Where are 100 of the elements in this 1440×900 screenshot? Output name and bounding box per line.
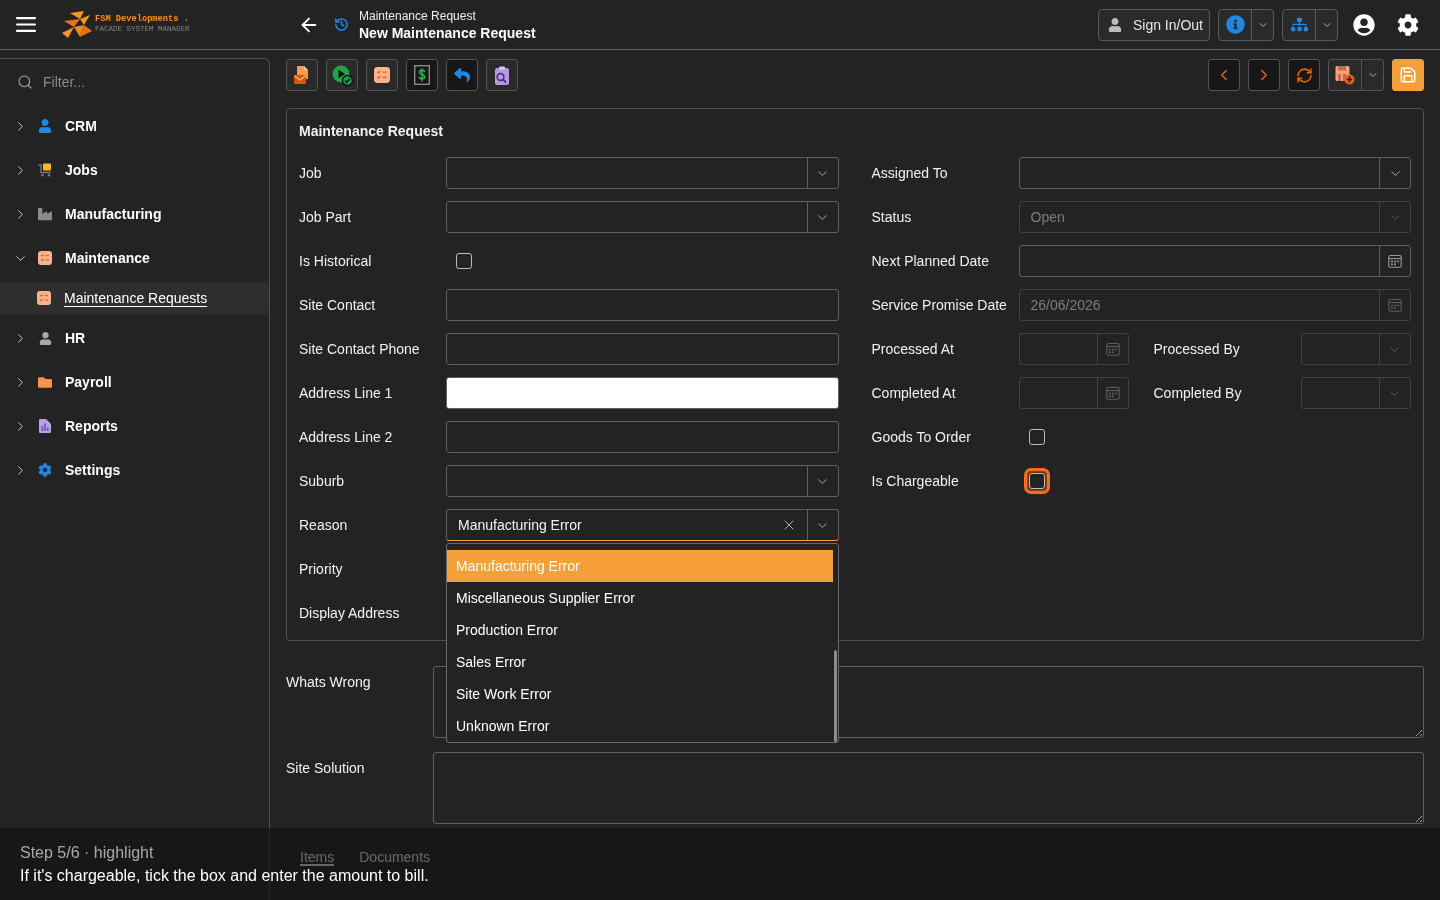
- dropdown-field[interactable]: [446, 157, 839, 189]
- checklist-button[interactable]: [366, 59, 398, 91]
- dropdown-option[interactable]: Miscellaneous Supplier Error: [447, 582, 833, 614]
- search-clipboard-button[interactable]: [486, 59, 518, 91]
- field-label: Goods To Order: [871, 429, 972, 445]
- field-label: Is Chargeable: [871, 473, 960, 489]
- sidebar-item[interactable]: Manufacturing: [0, 192, 269, 236]
- start-button[interactable]: [326, 59, 358, 91]
- field-label: Processed At: [871, 341, 955, 357]
- field-label: Next Planned Date: [871, 253, 991, 269]
- tour-step-label: Step 5/6 · highlight: [20, 843, 154, 863]
- user-icon[interactable]: [1353, 13, 1375, 36]
- dropdown-option[interactable]: Production Error: [447, 614, 833, 646]
- next-button[interactable]: [1248, 59, 1280, 91]
- filter-field[interactable]: Filter...: [43, 69, 243, 94]
- checkbox[interactable]: [1028, 429, 1045, 445]
- reply-button[interactable]: [446, 59, 478, 91]
- text-area[interactable]: [433, 752, 1424, 824]
- dropdown-field[interactable]: [1018, 157, 1411, 189]
- field-label: Processed By: [1153, 341, 1241, 357]
- scrollbar[interactable]: [833, 650, 837, 742]
- dollar-icon: [414, 65, 430, 85]
- field-label: Site Solution: [286, 759, 366, 778]
- person-icon: [38, 119, 52, 133]
- text-field[interactable]: [446, 421, 839, 453]
- field-label: Completed By: [1153, 385, 1243, 401]
- report-icon: [39, 419, 51, 433]
- save-button[interactable]: [1392, 59, 1424, 91]
- dropdown-field[interactable]: Manufacturing Error: [446, 509, 839, 541]
- field-label: Address Line 1: [299, 385, 394, 401]
- person-icon: [1107, 17, 1122, 32]
- play-check-icon: [331, 64, 353, 86]
- settings-icon[interactable]: [1397, 13, 1419, 36]
- history-icon: [334, 17, 349, 32]
- dropdown-option[interactable]: Unknown Error: [447, 710, 833, 742]
- field-label: Is Historical: [299, 253, 373, 269]
- previous-button[interactable]: [1208, 59, 1240, 91]
- dropdown-option[interactable]: Sales Error: [447, 646, 833, 678]
- refresh-icon: [1295, 66, 1313, 84]
- menu-icon[interactable]: [16, 17, 36, 32]
- field-label: Whats Wrong: [286, 673, 372, 692]
- text-field[interactable]: [446, 333, 839, 365]
- field-label: Site Contact Phone: [299, 341, 421, 357]
- calendar-icon: [1388, 298, 1402, 312]
- person-icon: [38, 331, 52, 345]
- field-label: Service Promise Date: [871, 297, 1008, 313]
- field-label: Reason: [299, 517, 349, 533]
- info-icon: [1225, 15, 1245, 34]
- dropdown-field[interactable]: [446, 465, 839, 497]
- folder-icon: [38, 374, 52, 390]
- field-label: Status: [871, 209, 913, 225]
- cart-icon: [38, 163, 52, 177]
- sidebar-item[interactable]: Reports: [0, 404, 269, 448]
- logo-text: FSM Developments .: [95, 14, 190, 24]
- invoice-button[interactable]: [406, 59, 438, 91]
- logo-icon: [62, 10, 92, 39]
- checklist-icon: [374, 67, 390, 83]
- checklist-icon: [38, 251, 52, 265]
- sidebar-item[interactable]: Settings: [0, 448, 269, 492]
- checkbox[interactable]: [1028, 473, 1045, 489]
- field-label: Job Part: [299, 209, 353, 225]
- refresh-button[interactable]: [1288, 59, 1320, 91]
- panel-title: Maintenance Request: [299, 122, 444, 141]
- sidebar-item[interactable]: Jobs: [0, 148, 269, 192]
- tour-message: If it's chargeable, tick the box and enter the amount to bill.: [20, 866, 429, 886]
- field-label: Completed At: [871, 385, 957, 401]
- checklist-icon: [37, 291, 51, 305]
- hierarchy-icon: [1290, 16, 1308, 33]
- calendar-icon: [1105, 386, 1120, 400]
- dropdown-option[interactable]: Site Work Error: [447, 678, 833, 710]
- sign-in-button[interactable]: Sign In/Out: [1097, 8, 1210, 41]
- factory-icon: [38, 207, 52, 221]
- field-label: Priority: [299, 561, 344, 577]
- text-field[interactable]: [446, 377, 839, 409]
- checkbox[interactable]: [456, 253, 472, 269]
- field-label: Assigned To: [871, 165, 949, 181]
- sidebar-item[interactable]: HR: [0, 316, 269, 360]
- field-label: Suburb: [299, 473, 346, 489]
- sidebar-item[interactable]: Maintenance: [0, 236, 269, 280]
- field-label: Address Line 2: [299, 429, 394, 445]
- page-subtitle: Maintenance Request: [359, 7, 477, 24]
- field-label: Job: [299, 165, 323, 181]
- field-label: Display Address: [299, 605, 401, 621]
- save-add-icon: [1335, 65, 1355, 85]
- reply-icon: [454, 67, 470, 83]
- clipboard-search-icon: [494, 65, 510, 85]
- field-label: Site Contact: [299, 297, 377, 313]
- gear-icon: [38, 463, 52, 477]
- document-envelope-icon: [293, 65, 311, 85]
- text-field[interactable]: [446, 289, 839, 321]
- sidebar-item[interactable]: Payroll: [0, 360, 269, 404]
- sidebar-item[interactable]: CRM: [0, 104, 269, 148]
- email-document-button[interactable]: [286, 59, 318, 91]
- save-icon: [1399, 66, 1417, 84]
- search-icon: [17, 73, 33, 90]
- dropdown-field[interactable]: [446, 201, 839, 233]
- sidebar-subitem[interactable]: Maintenance Requests: [0, 282, 269, 314]
- text-area[interactable]: [433, 666, 1424, 738]
- calendar-icon: [1105, 342, 1120, 356]
- date-field[interactable]: [1018, 245, 1411, 277]
